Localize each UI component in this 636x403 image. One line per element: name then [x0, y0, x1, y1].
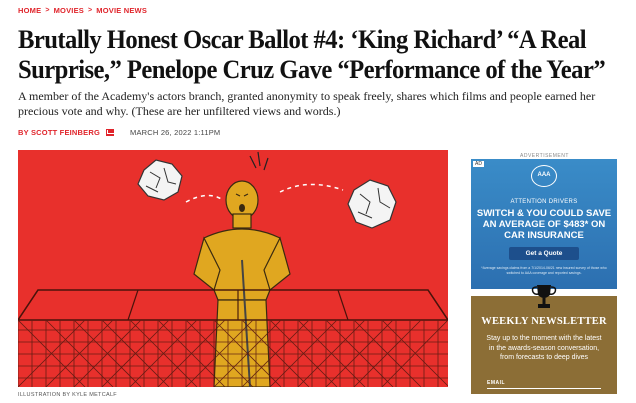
- publish-date: MARCH 26, 2022 1:11PM: [130, 128, 221, 137]
- breadcrumb: HOME > MOVIES > MOVIE NEWS: [18, 6, 147, 15]
- hero-illustration: [18, 150, 448, 387]
- email-input[interactable]: [487, 388, 601, 389]
- car-insurance-ad[interactable]: AD AAA ATTENTION DRIVERS SWITCH & YOU CO…: [471, 159, 617, 289]
- email-label: EMAIL: [487, 380, 506, 386]
- email-author-icon[interactable]: [106, 129, 115, 136]
- ad-promo-text: SWITCH & YOU COULD SAVE AN AVERAGE OF $4…: [476, 208, 612, 241]
- image-credit: ILLUSTRATION BY KYLE METCALF: [18, 392, 117, 398]
- breadcrumb-movie-news-link[interactable]: MOVIE NEWS: [96, 6, 147, 15]
- ad-fine-print: *Average savings claims from a 7/1/2014-…: [481, 266, 607, 275]
- newsletter-signup: WEEKLY NEWSLETTER Stay up to the moment …: [471, 285, 617, 394]
- newsletter-description: Stay up to the moment with the latest in…: [486, 335, 602, 361]
- article-dek: A member of the Academy's actors branch,…: [18, 89, 596, 118]
- newsletter-title: WEEKLY NEWSLETTER: [481, 316, 607, 327]
- byline: BY SCOTT FEINBERG MARCH 26, 2022 1:11PM: [18, 128, 220, 137]
- ad-drivers-text: ATTENTION DRIVERS: [510, 199, 578, 205]
- breadcrumb-separator: >: [87, 7, 93, 14]
- aaa-logo-icon: AAA: [531, 165, 557, 187]
- article-headline: Brutally Honest Oscar Ballot #4: ‘King R…: [18, 24, 606, 84]
- breadcrumb-home-link[interactable]: HOME: [18, 6, 41, 15]
- breadcrumb-movies-link[interactable]: MOVIES: [54, 6, 84, 15]
- ad-tag: AD: [473, 161, 484, 167]
- trophy-icon: [531, 285, 557, 308]
- get-a-quote-button[interactable]: Get a Quote: [509, 247, 579, 260]
- breadcrumb-separator: >: [45, 7, 50, 14]
- oscar-illustration: [18, 150, 448, 387]
- author-link[interactable]: BY SCOTT FEINBERG: [18, 128, 100, 137]
